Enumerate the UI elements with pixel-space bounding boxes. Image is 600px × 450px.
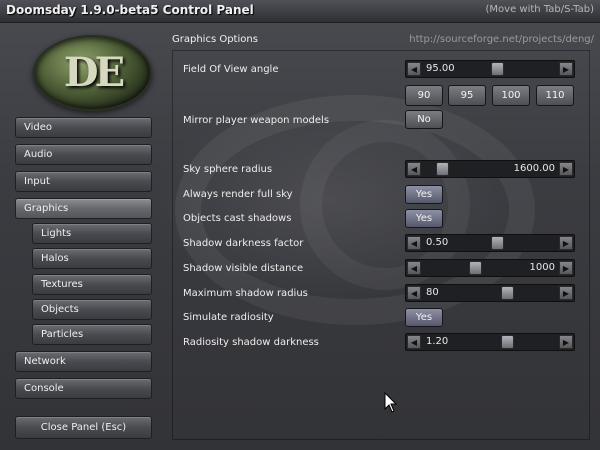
slider-left-arrow-icon[interactable]: ◀ [407, 236, 421, 250]
slider-thumb[interactable] [436, 162, 449, 176]
section-title: Graphics Options [172, 34, 258, 45]
shadow-radius-slider[interactable]: ◀ 80 ▶ [405, 284, 575, 302]
slider-right-arrow-icon[interactable]: ▶ [559, 286, 573, 300]
shadow-radius-value: 80 [426, 287, 439, 298]
title-bar: Doomsday 1.9.0-beta5 Control Panel (Move… [0, 0, 600, 23]
radiosity-label: Simulate radiosity [183, 312, 274, 323]
sidebar-item-label: Lights [41, 228, 72, 239]
sky-radius-value: 1600.00 [513, 163, 555, 174]
fov-preset-95[interactable]: 95 [448, 85, 486, 106]
sidebar-item-label: Audio [24, 149, 53, 160]
slider-right-arrow-icon[interactable]: ▶ [559, 162, 573, 176]
shadow-darkness-value: 0.50 [426, 237, 449, 248]
sky-radius-label: Sky sphere radius [183, 164, 273, 175]
slider-left-arrow-icon[interactable]: ◀ [407, 286, 421, 300]
logo-text: DE [63, 49, 125, 96]
radiosity-toggle[interactable]: Yes [405, 308, 443, 327]
slider-right-arrow-icon[interactable]: ▶ [559, 236, 573, 250]
sidebar-item-graphics[interactable]: Graphics [15, 198, 152, 219]
fov-label: Field Of View angle [183, 64, 279, 75]
sidebar-item-console[interactable]: Console [15, 378, 152, 399]
slider-left-arrow-icon[interactable]: ◀ [407, 335, 421, 349]
slider-right-arrow-icon[interactable]: ▶ [559, 261, 573, 275]
sidebar-item-network[interactable]: Network [15, 351, 152, 372]
sidebar-item-label: Graphics [24, 203, 69, 214]
sidebar-item-label: Particles [41, 329, 84, 340]
sky-radius-slider[interactable]: ◀ 1600.00 ▶ [405, 160, 575, 178]
sidebar-item-label: Textures [41, 279, 83, 290]
sidebar-item-lights[interactable]: Lights [32, 223, 152, 244]
slider-thumb[interactable] [501, 286, 515, 300]
fov-preset-100[interactable]: 100 [492, 85, 530, 106]
sidebar-item-particles[interactable]: Particles [32, 324, 152, 345]
sidebar-item-label: Network [24, 356, 66, 367]
fov-slider[interactable]: ◀ 95.00 ▶ [405, 60, 575, 78]
mirror-weapons-label: Mirror player weapon models [183, 115, 330, 126]
cast-shadows-toggle[interactable]: Yes [405, 209, 443, 228]
navigation-hint: (Move with Tab/S-Tab) [485, 4, 594, 15]
radiosity-darkness-slider[interactable]: ◀ 1.20 ▶ [405, 333, 575, 351]
shadow-distance-label: Shadow visible distance [183, 263, 304, 274]
mouse-cursor-icon [384, 392, 398, 413]
slider-thumb[interactable] [501, 335, 515, 349]
radiosity-darkness-value: 1.20 [426, 336, 449, 347]
sidebar-item-halos[interactable]: Halos [32, 248, 152, 269]
slider-thumb[interactable] [468, 261, 482, 275]
slider-left-arrow-icon[interactable]: ◀ [407, 162, 421, 176]
slider-thumb[interactable] [490, 62, 504, 76]
project-url: http://sourceforge.net/projects/deng/ [409, 34, 594, 45]
sidebar-item-label: Console [24, 383, 64, 394]
shadow-distance-value: 1000 [529, 262, 555, 273]
doomsday-logo: DE [33, 35, 152, 111]
sidebar-item-input[interactable]: Input [15, 171, 152, 192]
full-sky-toggle[interactable]: Yes [405, 185, 443, 204]
slider-thumb[interactable] [490, 236, 504, 250]
sidebar-item-audio[interactable]: Audio [15, 144, 152, 165]
sidebar-item-label: Input [24, 176, 50, 187]
fov-preset-90[interactable]: 90 [405, 85, 443, 106]
sidebar-item-objects[interactable]: Objects [32, 299, 152, 320]
sidebar-item-label: Halos [41, 253, 69, 264]
radiosity-darkness-label: Radiosity shadow darkness [183, 337, 319, 348]
slider-left-arrow-icon[interactable]: ◀ [407, 62, 421, 76]
slider-right-arrow-icon[interactable]: ▶ [559, 62, 573, 76]
shadow-darkness-slider[interactable]: ◀ 0.50 ▶ [405, 234, 575, 252]
shadow-darkness-label: Shadow darkness factor [183, 238, 304, 249]
cast-shadows-label: Objects cast shadows [183, 213, 292, 224]
close-panel-label: Close Panel (Esc) [40, 422, 127, 433]
shadow-radius-label: Maximum shadow radius [183, 288, 308, 299]
close-panel-button[interactable]: Close Panel (Esc) [15, 416, 152, 439]
mirror-weapons-toggle[interactable]: No [405, 110, 443, 129]
shadow-distance-slider[interactable]: ◀ 1000 ▶ [405, 259, 575, 277]
sidebar-item-label: Video [24, 122, 53, 133]
sidebar-item-label: Objects [41, 304, 79, 315]
sidebar-item-textures[interactable]: Textures [32, 274, 152, 295]
slider-right-arrow-icon[interactable]: ▶ [559, 335, 573, 349]
fov-value: 95.00 [426, 63, 455, 74]
fov-preset-110[interactable]: 110 [536, 85, 574, 106]
full-sky-label: Always render full sky [183, 189, 293, 200]
sidebar-item-video[interactable]: Video [15, 117, 152, 138]
slider-left-arrow-icon[interactable]: ◀ [407, 261, 421, 275]
window-title: Doomsday 1.9.0-beta5 Control Panel [6, 3, 254, 17]
